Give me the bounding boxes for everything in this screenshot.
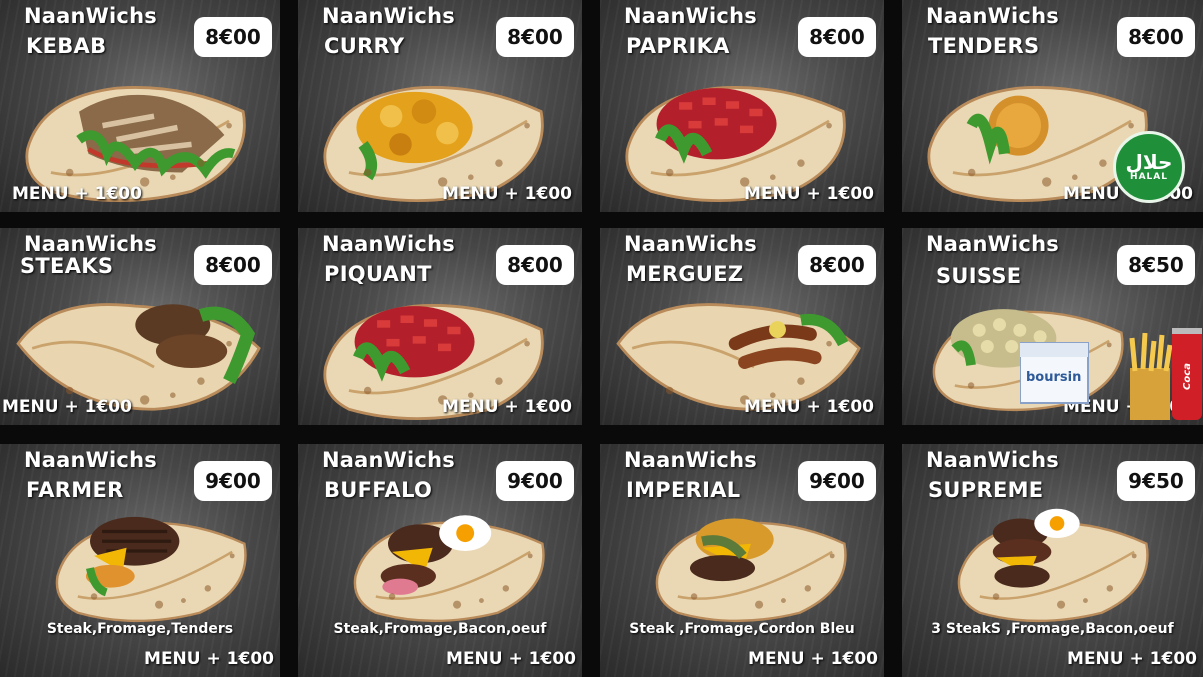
item-description: Steak,Fromage,Tenders: [46, 621, 234, 637]
price-badge: 8€00: [1117, 17, 1195, 57]
brand-label: NaanWichs: [926, 4, 1059, 28]
naanwich-image: [640, 499, 870, 633]
brand-label: NaanWichs: [624, 232, 757, 256]
price-badge: 8€50: [1117, 245, 1195, 285]
brand-label: NaanWichs: [24, 232, 157, 256]
price-badge: 8€00: [194, 17, 272, 57]
item-name: FARMER: [26, 478, 124, 502]
menu-upgrade-label: MENU + 1€00: [1067, 649, 1197, 669]
menu-upgrade-label: MENU + 1€00: [748, 649, 878, 669]
menu-card-steaks: NaanWichs STEAKS 8€00 MENU + 1€00: [0, 228, 280, 425]
item-name: PAPRIKA: [626, 34, 730, 58]
menu-card-paprika: NaanWichs PAPRIKA 8€00 MENU + 1€00: [600, 0, 884, 212]
price-badge: 9€50: [1117, 461, 1195, 501]
cheese-brand-label: boursin: [1026, 370, 1082, 385]
halal-latin-text: HALAL: [1130, 172, 1168, 182]
naanwich-image: [40, 499, 270, 633]
item-name: IMPERIAL: [626, 478, 741, 502]
naanwich-image: [942, 499, 1172, 633]
side-items: boursin Coca: [1019, 323, 1203, 425]
item-name: STEAKS: [20, 254, 114, 278]
brand-label: NaanWichs: [624, 448, 757, 472]
brand-label: NaanWichs: [624, 4, 757, 28]
menu-card-supreme: NaanWichs SUPREME 9€50 3 SteakS ,Fromage,Ba…: [902, 444, 1203, 677]
brand-label: NaanWichs: [322, 448, 455, 472]
menu-card-curry: NaanWichs CURRY 8€00 MENU + 1€00: [298, 0, 582, 212]
item-description: 3 SteakS ,Fromage,Bacon,oeuf: [931, 621, 1174, 637]
menu-card-suisse: NaanWichs SUISSE 8€50 MENU + 1€00 boursin Coc…: [902, 228, 1203, 425]
menu-upgrade-label: MENU + 1€00: [446, 649, 576, 669]
brand-label: NaanWichs: [24, 448, 157, 472]
item-description: Steak,Fromage,Bacon,oeuf: [333, 621, 547, 637]
price-badge: 9€00: [798, 461, 876, 501]
naanwich-image: [338, 499, 568, 633]
price-badge: 9€00: [496, 461, 574, 501]
item-name: TENDERS: [928, 34, 1040, 58]
item-name: SUISSE: [936, 264, 1022, 288]
menu-card-tenders: NaanWichsTENDERS8€00MENU + 1€00حلالHALAL: [902, 0, 1203, 212]
item-name: PIQUANT: [324, 262, 432, 286]
price-badge: 9€00: [194, 461, 272, 501]
brand-label: NaanWichs: [24, 4, 157, 28]
price-badge: 8€00: [496, 17, 574, 57]
price-badge: 8€00: [496, 245, 574, 285]
menu-upgrade-label: MENU + 1€00: [442, 397, 572, 417]
item-description: Steak ,Fromage,Cordon Bleu: [629, 621, 855, 637]
brand-label: NaanWichs: [926, 448, 1059, 472]
price-badge: 8€00: [194, 245, 272, 285]
menu-card-merguez: NaanWichs MERGUEZ 8€00 MENU + 1€00: [600, 228, 884, 425]
price-badge: 8€00: [798, 245, 876, 285]
menu-card-piquant: NaanWichs PIQUANT 8€00 MENU + 1€00: [298, 228, 582, 425]
item-name: KEBAB: [26, 34, 107, 58]
item-name: BUFFALO: [324, 478, 433, 502]
halal-arabic-text: حلال: [1125, 150, 1173, 174]
menu-upgrade-label: MENU + 1€00: [744, 184, 874, 204]
menu-upgrade-label: MENU + 1€00: [442, 184, 572, 204]
item-name: CURRY: [324, 34, 405, 58]
menu-card-kebab: NaanWichs KEBAB 8€00 MENU + 1€00: [0, 0, 280, 212]
menu-upgrade-label: MENU + 1€00: [144, 649, 274, 669]
menu-card-buffalo: NaanWichs BUFFALO 9€00 Steak,Fromage,Bacon,…: [298, 444, 582, 677]
menu-upgrade-label: MENU + 1€00: [744, 397, 874, 417]
menu-upgrade-label: MENU + 1€00: [2, 397, 132, 417]
price-badge: 8€00: [798, 17, 876, 57]
cola-brand-label: Coca: [1181, 363, 1193, 390]
brand-label: NaanWichs: [322, 232, 455, 256]
brand-label: NaanWichs: [322, 4, 455, 28]
menu-card-imperial: NaanWichs IMPERIAL 9€00 Steak ,Fromage,Cord…: [600, 444, 884, 677]
item-name: SUPREME: [928, 478, 1044, 502]
menu-upgrade-label: MENU + 1€00: [12, 184, 142, 204]
menu-board: NaanWichs KEBAB 8€00 MENU + 1€00 NaanWichs CU…: [0, 0, 1203, 677]
menu-card-farmer: NaanWichs FARMER 9€00 Steak,Fromage,Tenders…: [0, 444, 280, 677]
item-name: MERGUEZ: [626, 262, 744, 286]
halal-badge: حلال HALAL: [1113, 131, 1185, 203]
brand-label: NaanWichs: [926, 232, 1059, 256]
